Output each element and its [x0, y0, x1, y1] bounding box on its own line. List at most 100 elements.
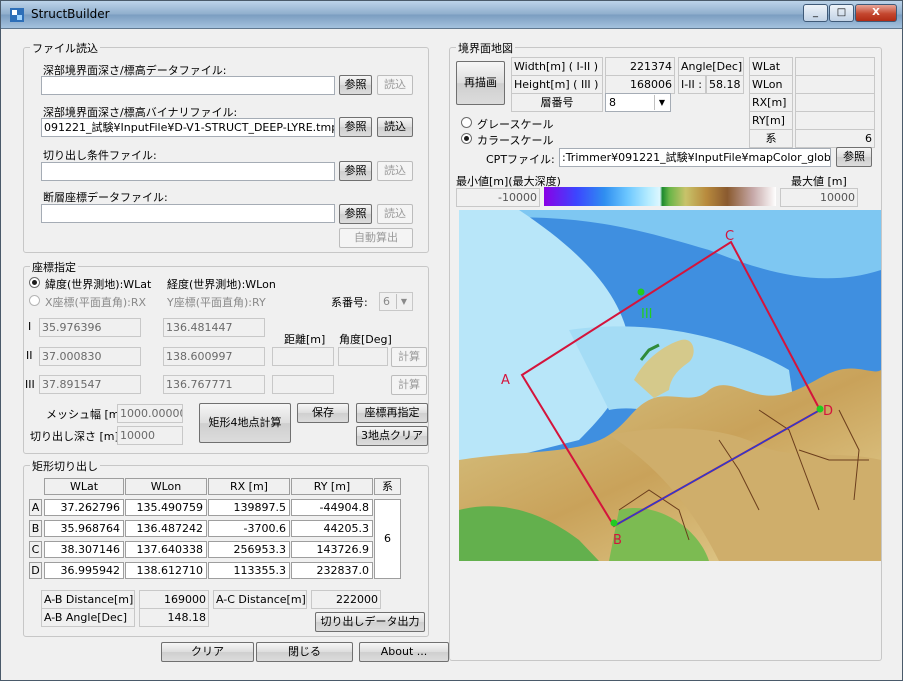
ab-distance-value: 169000: [139, 590, 209, 609]
close-window-button[interactable]: X: [855, 4, 897, 22]
point-1-label: I: [28, 320, 32, 333]
color-scale-bar: [544, 187, 776, 206]
deep-text-browse-button[interactable]: 参照: [339, 75, 372, 95]
label-point-c: C: [725, 229, 734, 244]
deep-text-file-input[interactable]: [41, 76, 335, 95]
ry-value: [795, 111, 875, 130]
cut-depth-input[interactable]: 10000: [117, 426, 183, 445]
rx-label: RX[m]: [749, 93, 793, 112]
point-2-distance-input[interactable]: [272, 347, 334, 366]
cell-a-wlat: 37.262796: [44, 499, 124, 516]
close-button[interactable]: 閉じる: [256, 642, 353, 662]
coord-group-legend: 座標指定: [30, 259, 78, 275]
point-b-marker: [610, 519, 618, 527]
system-number-value: 6: [383, 295, 390, 308]
calc-button-1[interactable]: 計算: [391, 347, 427, 367]
radio-plane[interactable]: [29, 295, 40, 306]
label-point-a: A: [501, 373, 510, 388]
cut-condition-load-button[interactable]: 読込: [377, 161, 413, 181]
point-2-lon-input[interactable]: 138.600997: [163, 347, 265, 366]
radio-geodetic[interactable]: [29, 277, 40, 288]
cut-condition-file-input[interactable]: [41, 162, 335, 181]
min-value: -10000: [456, 188, 540, 207]
chevron-down-icon: ▼: [396, 294, 411, 309]
calc-button-2[interactable]: 計算: [391, 375, 427, 395]
col-header-ry: RY [m]: [291, 478, 373, 495]
angle-label: 角度[Deg]: [339, 333, 392, 346]
cell-d-rx: 113355.3: [208, 562, 290, 579]
layer-number-value: 8: [609, 96, 616, 109]
fault-coord-file-label: 断層座標データファイル:: [43, 191, 168, 204]
cut-condition-browse-button[interactable]: 参照: [339, 161, 372, 181]
point-3-distance-input[interactable]: [272, 375, 334, 394]
cell-a-ry: -44904.8: [291, 499, 373, 516]
redraw-button[interactable]: 再描画: [456, 61, 505, 105]
point-1-lat-input[interactable]: 35.976396: [39, 318, 141, 337]
clear-3points-button[interactable]: 3地点クリア: [356, 426, 428, 446]
point-3-lat-input[interactable]: 37.891547: [39, 375, 141, 394]
point-iii-marker: [637, 288, 645, 296]
sys-label: 系: [749, 129, 793, 148]
cell-b-wlon: 136.487242: [125, 520, 207, 537]
label-point-b: B: [613, 533, 622, 548]
wlon-value: [795, 75, 875, 94]
max-value: 10000: [780, 188, 858, 207]
cell-a-rx: 139897.5: [208, 499, 290, 516]
sys-value: 6: [795, 129, 875, 148]
cell-system: 6: [374, 499, 401, 579]
radio-grayscale[interactable]: [461, 117, 472, 128]
deep-text-load-button[interactable]: 読込: [377, 75, 413, 95]
auto-calc-button[interactable]: 自動算出: [339, 228, 413, 248]
app-window: StructBuilder _ □ X ファイル読込 深部境界面深さ/標高データ…: [0, 0, 903, 681]
fault-coord-file-input[interactable]: [41, 204, 335, 223]
rect-4point-calc-button[interactable]: 矩形4地点計算: [199, 403, 291, 443]
radio-colorscale[interactable]: [461, 133, 472, 144]
ab-angle-label: A-B Angle[Dec]: [41, 608, 135, 627]
save-button[interactable]: 保存: [297, 403, 349, 423]
app-icon: [10, 8, 24, 22]
cell-c-wlon: 137.640338: [125, 541, 207, 558]
cell-a-wlon: 135.490759: [125, 499, 207, 516]
point-1-lon-input[interactable]: 136.481447: [163, 318, 265, 337]
title-bar[interactable]: StructBuilder _ □ X: [1, 1, 902, 29]
cpt-browse-button[interactable]: 参照: [836, 147, 872, 167]
radio-geodetic-label: 緯度(世界測地):WLat: [45, 278, 152, 291]
cell-c-ry: 143726.9: [291, 541, 373, 558]
rect-cut-legend: 矩形切り出し: [30, 458, 100, 474]
respecify-coord-button[interactable]: 座標再指定: [356, 403, 428, 423]
col-header-wlat: WLat: [44, 478, 124, 495]
point-2-lat-input[interactable]: 37.000830: [39, 347, 141, 366]
max-value-label: 最大値 [m]: [791, 175, 847, 188]
map-canvas: A B C D III: [459, 210, 881, 561]
distance-label: 距離[m]: [284, 333, 326, 346]
about-button[interactable]: About ...: [359, 642, 449, 662]
label-point-d: D: [823, 404, 833, 419]
clear-button[interactable]: クリア: [161, 642, 254, 662]
system-number-select[interactable]: 6 ▼: [379, 292, 413, 311]
system-number-label: 系番号:: [331, 296, 368, 309]
cut-condition-file-label: 切り出し条件ファイル:: [43, 149, 157, 162]
cpt-file-input[interactable]: :Trimmer¥091221_試験¥InputFile¥mapColor_gl…: [559, 148, 831, 167]
deep-binary-browse-button[interactable]: 参照: [339, 117, 372, 137]
maximize-button[interactable]: □: [829, 4, 854, 22]
boundary-map[interactable]: A B C D III: [459, 210, 881, 561]
wlon-label: WLon: [749, 75, 793, 94]
export-cut-data-button[interactable]: 切り出しデータ出力: [315, 612, 425, 632]
deep-binary-file-input[interactable]: 091221_試験¥InputFile¥D-V1-STRUCT_DEEP-LYR…: [41, 118, 335, 137]
mesh-width-label: メッシュ幅 [m]: [46, 408, 124, 421]
fault-coord-browse-button[interactable]: 参照: [339, 204, 372, 224]
fault-coord-load-button[interactable]: 読込: [377, 204, 413, 224]
row-header-a: A: [29, 499, 42, 516]
wlat-value: [795, 57, 875, 76]
deep-binary-load-button[interactable]: 読込: [377, 117, 413, 137]
col-header-wlon: WLon: [125, 478, 207, 495]
row-header-d: D: [29, 562, 42, 579]
point-3-lon-input[interactable]: 136.767771: [163, 375, 265, 394]
minimize-button[interactable]: _: [803, 4, 828, 22]
ab-angle-value: 148.18: [139, 608, 209, 627]
mesh-width-input[interactable]: 1000.000000: [117, 404, 183, 423]
row-header-b: B: [29, 520, 42, 537]
radio-plane-label: X座標(平面直角):RX: [45, 296, 147, 309]
point-2-angle-input[interactable]: [338, 347, 388, 366]
layer-number-select[interactable]: 8 ▼: [605, 93, 671, 112]
